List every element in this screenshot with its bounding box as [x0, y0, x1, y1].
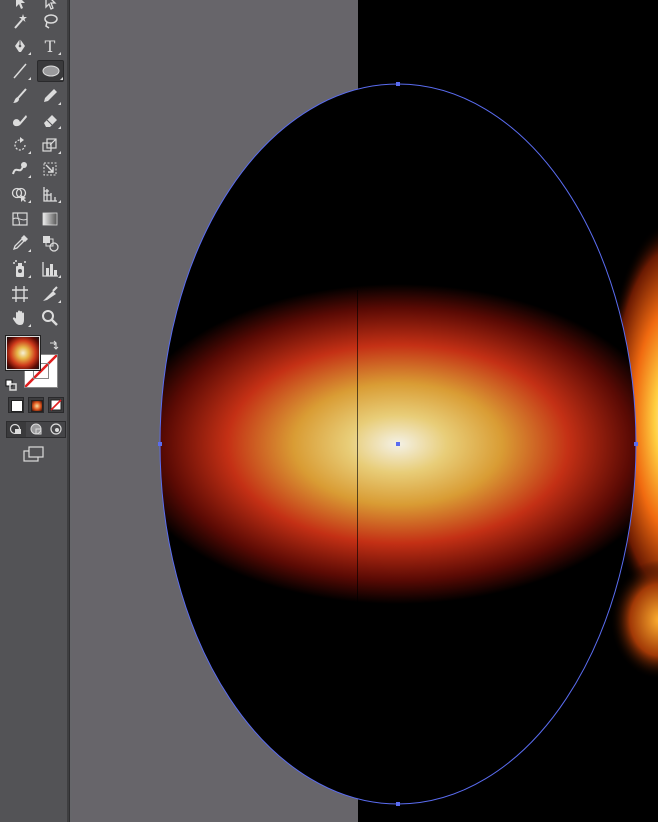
center-point[interactable] [396, 442, 400, 446]
fill-swatch[interactable] [6, 336, 40, 370]
gradient-ellipse[interactable] [123, 284, 658, 604]
anchor-point-top[interactable] [396, 82, 400, 86]
artwork-layer [123, 82, 658, 806]
anchor-point-left[interactable] [158, 442, 162, 446]
anchor-point-right[interactable] [634, 442, 638, 446]
anchor-point-bottom[interactable] [396, 802, 400, 806]
